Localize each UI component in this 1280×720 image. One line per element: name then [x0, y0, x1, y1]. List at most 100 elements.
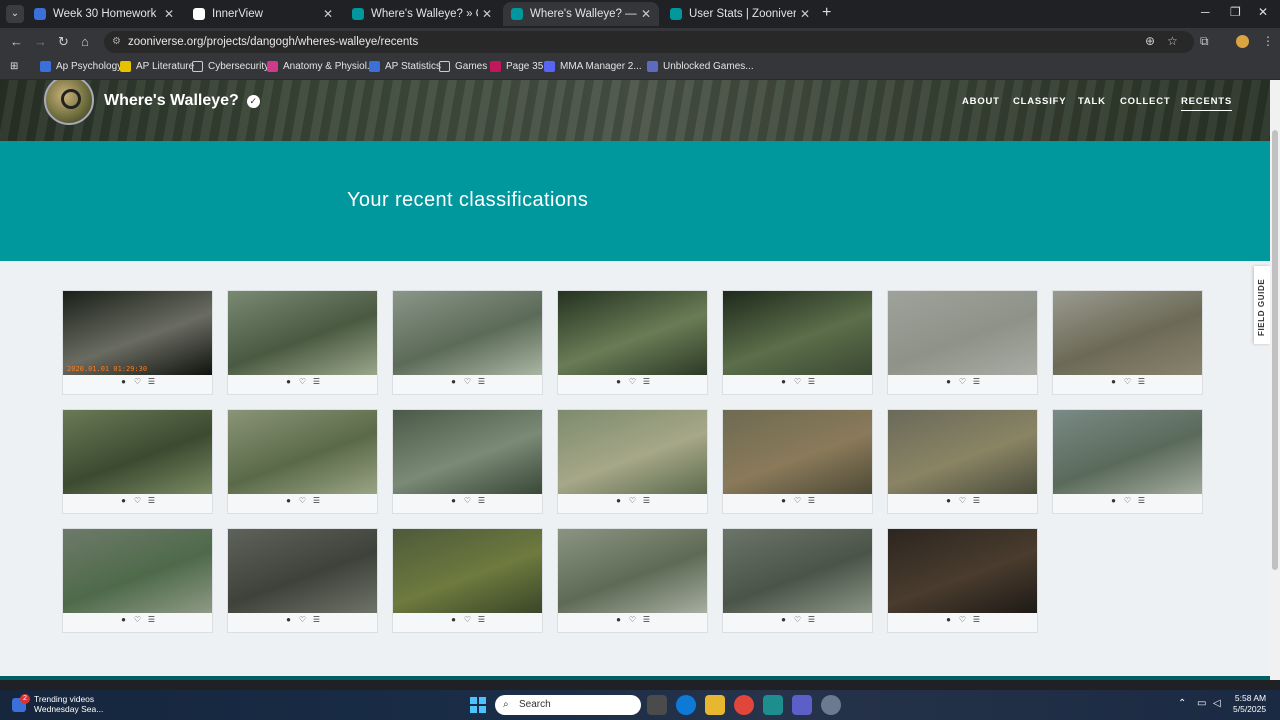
subject-thumbnail[interactable]: [228, 291, 377, 375]
info-icon[interactable]: ●: [1107, 496, 1121, 505]
collection-icon[interactable]: ☰: [1135, 496, 1149, 505]
collection-icon[interactable]: ☰: [145, 496, 159, 505]
info-icon[interactable]: ●: [282, 377, 296, 386]
collection-icon[interactable]: ☰: [310, 496, 324, 505]
collection-icon[interactable]: ☰: [475, 615, 489, 624]
reload-icon[interactable]: ↻: [58, 34, 69, 50]
classification-card[interactable]: ● ♡ ☰: [722, 290, 873, 395]
collection-icon[interactable]: ☰: [310, 615, 324, 624]
close-tab-icon[interactable]: ✕: [323, 7, 333, 21]
bookmark-item[interactable]: Page 35: [490, 61, 543, 72]
info-icon[interactable]: ●: [447, 615, 461, 624]
heart-icon[interactable]: ♡: [791, 377, 805, 386]
back-icon[interactable]: ←: [10, 34, 23, 49]
network-icon[interactable]: ▭: [1197, 698, 1206, 709]
collection-icon[interactable]: ☰: [475, 496, 489, 505]
classification-card[interactable]: ● ♡ ☰: [227, 290, 378, 395]
heart-icon[interactable]: ♡: [296, 377, 310, 386]
zoom-icon[interactable]: ⊕: [1145, 34, 1155, 48]
chrome-icon[interactable]: [734, 695, 754, 715]
collection-icon[interactable]: ☰: [640, 615, 654, 624]
browser-tab[interactable]: InnerView ✕: [185, 2, 341, 26]
tray-chevron-icon[interactable]: ⌃: [1178, 698, 1186, 709]
subject-thumbnail[interactable]: [558, 291, 707, 375]
heart-icon[interactable]: ♡: [131, 496, 145, 505]
menu-kebab-icon[interactable]: ⋮: [1262, 34, 1274, 48]
heart-icon[interactable]: ♡: [626, 496, 640, 505]
subject-thumbnail[interactable]: [888, 410, 1037, 494]
teams-icon[interactable]: [792, 695, 812, 715]
subject-thumbnail[interactable]: [888, 291, 1037, 375]
bookmark-item[interactable]: Anatomy & Physiol...: [267, 61, 375, 72]
browser-tab[interactable]: Where's Walleye? » Classify — ✕: [344, 2, 500, 26]
subject-thumbnail[interactable]: [558, 529, 707, 613]
project-title[interactable]: Where's Walleye? ✓: [104, 92, 260, 110]
page-scrollbar[interactable]: [1270, 80, 1280, 680]
info-icon[interactable]: ●: [447, 496, 461, 505]
collection-icon[interactable]: ☰: [640, 496, 654, 505]
info-icon[interactable]: ●: [117, 496, 131, 505]
heart-icon[interactable]: ♡: [1121, 496, 1135, 505]
heart-icon[interactable]: ♡: [131, 377, 145, 386]
info-icon[interactable]: ●: [612, 377, 626, 386]
subject-thumbnail[interactable]: [558, 410, 707, 494]
subject-thumbnail[interactable]: [393, 410, 542, 494]
heart-icon[interactable]: ♡: [956, 615, 970, 624]
classification-card[interactable]: ● ♡ ☰: [557, 290, 708, 395]
info-icon[interactable]: ●: [447, 377, 461, 386]
nav-classify[interactable]: CLASSIFY: [1013, 96, 1066, 107]
collection-icon[interactable]: ☰: [1135, 377, 1149, 386]
collection-icon[interactable]: ☰: [475, 377, 489, 386]
heart-icon[interactable]: ♡: [791, 615, 805, 624]
collection-icon[interactable]: ☰: [805, 496, 819, 505]
subject-thumbnail[interactable]: 2020.01.01 01:29:30: [63, 291, 212, 375]
info-icon[interactable]: ●: [282, 496, 296, 505]
bookmark-item[interactable]: AP Literature: [120, 61, 194, 72]
task-view-icon[interactable]: [647, 695, 667, 715]
nav-collect[interactable]: COLLECT: [1120, 96, 1170, 107]
heart-icon[interactable]: ♡: [626, 377, 640, 386]
forward-icon[interactable]: →: [34, 34, 47, 49]
browser-tab[interactable]: Week 30 Homework ✕: [26, 2, 182, 26]
profile-avatar[interactable]: [1236, 35, 1249, 48]
collection-icon[interactable]: ☰: [145, 377, 159, 386]
scrollbar-thumb[interactable]: [1272, 130, 1278, 570]
bookmark-star-icon[interactable]: ☆: [1167, 34, 1178, 48]
subject-thumbnail[interactable]: [1053, 291, 1202, 375]
info-icon[interactable]: ●: [117, 615, 131, 624]
classification-card[interactable]: ● ♡ ☰: [722, 528, 873, 633]
browser-tab[interactable]: User Stats | Zooniverse ✕: [662, 2, 818, 26]
collection-icon[interactable]: ☰: [970, 615, 984, 624]
heart-icon[interactable]: ♡: [296, 496, 310, 505]
close-tab-icon[interactable]: ✕: [800, 7, 810, 21]
classification-card[interactable]: ● ♡ ☰: [392, 528, 543, 633]
collection-icon[interactable]: ☰: [805, 615, 819, 624]
collection-icon[interactable]: ☰: [970, 496, 984, 505]
field-guide-tab[interactable]: FIELD GUIDE: [1254, 266, 1270, 344]
classification-card[interactable]: ● ♡ ☰: [887, 528, 1038, 633]
site-info-icon[interactable]: ⚙: [112, 31, 121, 53]
nav-recents[interactable]: RECENTS: [1181, 96, 1232, 111]
info-icon[interactable]: ●: [777, 377, 791, 386]
info-icon[interactable]: ●: [942, 496, 956, 505]
heart-icon[interactable]: ♡: [1121, 377, 1135, 386]
classification-card[interactable]: ● ♡ ☰: [227, 409, 378, 514]
subject-thumbnail[interactable]: [393, 529, 542, 613]
heart-icon[interactable]: ♡: [461, 615, 475, 624]
heart-icon[interactable]: ♡: [461, 496, 475, 505]
nav-about[interactable]: ABOUT: [962, 96, 1000, 107]
subject-thumbnail[interactable]: [63, 529, 212, 613]
classification-card[interactable]: ● ♡ ☰: [557, 409, 708, 514]
subject-thumbnail[interactable]: [1053, 410, 1202, 494]
start-button[interactable]: [470, 697, 486, 713]
news-widget[interactable]: 2 Trending videos Wednesday Sea...: [12, 694, 103, 714]
collection-icon[interactable]: ☰: [805, 377, 819, 386]
info-icon[interactable]: ●: [942, 615, 956, 624]
collection-icon[interactable]: ☰: [310, 377, 324, 386]
bookmark-item[interactable]: Unblocked Games...: [647, 61, 754, 72]
home-icon[interactable]: ⌂: [81, 34, 89, 49]
minimize-button[interactable]: ─: [1201, 5, 1210, 19]
restore-button[interactable]: ❐: [1230, 5, 1241, 19]
address-bar[interactable]: ⚙ zooniverse.org/projects/dangogh/wheres…: [104, 31, 1194, 53]
subject-thumbnail[interactable]: [228, 410, 377, 494]
